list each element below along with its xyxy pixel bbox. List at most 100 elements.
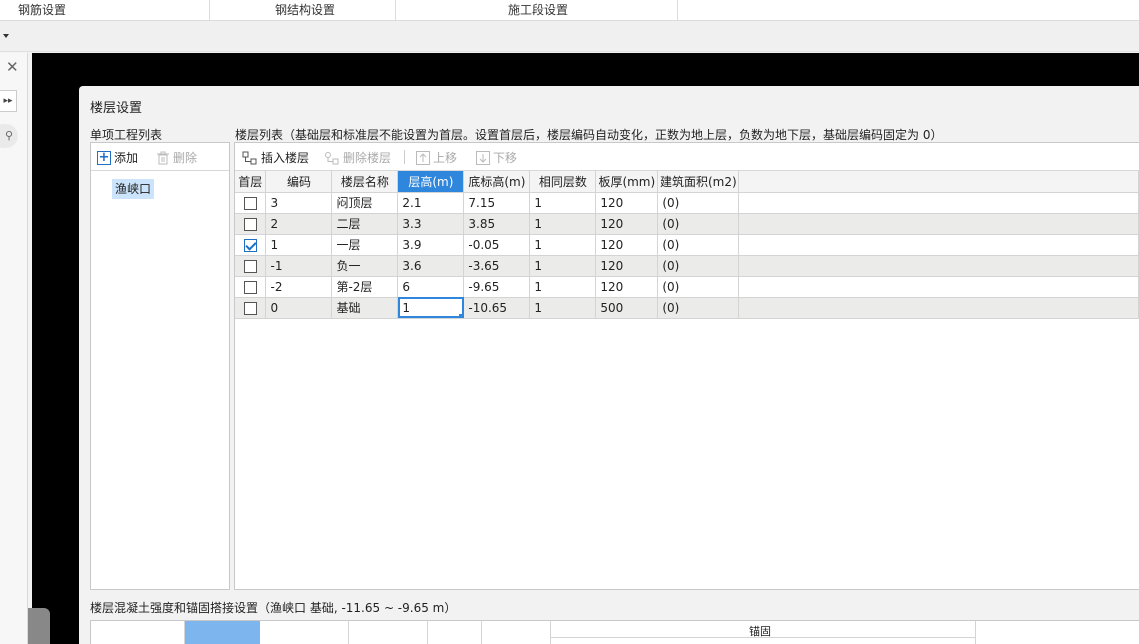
cell-area[interactable]: (0): [657, 234, 740, 256]
cell-thickness[interactable]: 120: [595, 276, 659, 298]
move-down-button[interactable]: 下移: [476, 149, 517, 166]
first-floor-checkbox-checked[interactable]: [243, 238, 257, 252]
cell-thickness[interactable]: 500: [595, 297, 659, 319]
col-header-area[interactable]: 建筑面积(m2): [657, 171, 740, 193]
col-header-height[interactable]: 层高(m): [397, 171, 465, 193]
col-header-thickness[interactable]: 板厚(mm): [595, 171, 659, 193]
move-up-button[interactable]: 上移: [416, 149, 457, 166]
tab-divider: [677, 0, 678, 20]
project-item-yuxiakou[interactable]: 渔峡口: [112, 179, 155, 199]
cell-thickness[interactable]: 120: [595, 234, 659, 256]
cell-name[interactable]: 基础: [331, 297, 399, 319]
col-header-first[interactable]: 首层: [235, 171, 267, 193]
cell-area[interactable]: (0): [657, 192, 740, 214]
grid-header-cell: [428, 621, 482, 644]
cell-thickness[interactable]: 120: [595, 255, 659, 277]
cell-name[interactable]: 二层: [331, 213, 399, 235]
cell-code[interactable]: 3: [265, 192, 333, 214]
add-project-button[interactable]: + 添加: [97, 149, 138, 166]
expand-more-icon[interactable]: ▸▸: [0, 90, 17, 112]
first-floor-checkbox[interactable]: [243, 280, 257, 294]
arrow-up-icon: [416, 150, 430, 165]
table-row[interactable]: 1 一层 3.9 -0.05 1 120 (0): [235, 234, 1139, 256]
cell-bottom[interactable]: -9.65: [463, 276, 531, 298]
cell-height[interactable]: 6: [397, 276, 465, 298]
first-floor-checkbox[interactable]: [243, 217, 257, 231]
cell-area[interactable]: (0): [657, 213, 740, 235]
first-floor-checkbox-cell[interactable]: [235, 213, 267, 235]
table-row[interactable]: -2 第-2层 6 -9.65 1 120 (0): [235, 276, 1139, 298]
floor-list-panel: 插入楼层 删除楼层 上移 下移 首层 编码 楼层名称 层高(m) 底标高(m) …: [234, 142, 1139, 590]
cell-same-count[interactable]: 1: [529, 234, 597, 256]
cell-filler: [738, 192, 1139, 214]
grid-header-cell: [260, 621, 349, 644]
table-header-row: 首层 编码 楼层名称 层高(m) 底标高(m) 相同层数 板厚(mm) 建筑面积…: [235, 171, 1139, 193]
col-header-bottom[interactable]: 底标高(m): [463, 171, 531, 193]
delete-project-label: 删除: [173, 151, 198, 165]
table-row[interactable]: 2 二层 3.3 3.85 1 120 (0): [235, 213, 1139, 235]
concrete-anchor-settings-label: 楼层混凝土强度和锚固搭接设置（渔峡口 基础, -11.65 ~ -9.65 m）: [90, 601, 457, 615]
first-floor-checkbox-cell[interactable]: [235, 234, 267, 256]
dropdown-triangle-icon[interactable]: [3, 34, 9, 38]
cell-same-count[interactable]: 1: [529, 192, 597, 214]
cell-height[interactable]: 3.6: [397, 255, 465, 277]
cell-bottom[interactable]: -0.05: [463, 234, 531, 256]
close-icon[interactable]: ✕: [6, 58, 19, 76]
cell-same-count[interactable]: 1: [529, 255, 597, 277]
floor-list-toolbar: 插入楼层 删除楼层 上移 下移: [235, 143, 1139, 171]
cell-code[interactable]: -1: [265, 255, 333, 277]
cell-thickness[interactable]: 120: [595, 213, 659, 235]
cell-code[interactable]: 2: [265, 213, 333, 235]
insert-floor-button[interactable]: 插入楼层: [242, 149, 309, 166]
col-header-same-count[interactable]: 相同层数: [529, 171, 597, 193]
cell-area[interactable]: (0): [657, 297, 740, 319]
first-floor-checkbox-cell[interactable]: [235, 255, 267, 277]
cell-filler: [738, 297, 1139, 319]
delete-floor-button[interactable]: 删除楼层: [324, 149, 391, 166]
tab-construction-segment-settings[interactable]: 施工段设置: [508, 0, 568, 20]
col-header-name[interactable]: 楼层名称: [331, 171, 399, 193]
concrete-anchor-grid: 锚固: [90, 620, 1139, 644]
first-floor-checkbox[interactable]: [243, 301, 257, 315]
first-floor-checkbox-cell[interactable]: [235, 192, 267, 214]
cell-same-count[interactable]: 1: [529, 276, 597, 298]
cell-name[interactable]: 负一: [331, 255, 399, 277]
first-floor-checkbox[interactable]: [243, 259, 257, 273]
cell-bottom[interactable]: -3.65: [463, 255, 531, 277]
cell-same-count[interactable]: 1: [529, 213, 597, 235]
cell-same-count[interactable]: 1: [529, 297, 597, 319]
cell-bottom[interactable]: 3.85: [463, 213, 531, 235]
toolbar-divider: [404, 150, 405, 164]
first-floor-checkbox-cell[interactable]: [235, 297, 267, 319]
table-row[interactable]: -1 负一 3.6 -3.65 1 120 (0): [235, 255, 1139, 277]
delete-project-button[interactable]: 删除: [156, 149, 197, 166]
tab-rebar-settings[interactable]: 钢筋设置: [18, 0, 66, 20]
cell-height-selected[interactable]: 1: [397, 297, 465, 319]
cell-code[interactable]: -2: [265, 276, 333, 298]
cell-code[interactable]: 0: [265, 297, 333, 319]
cell-area[interactable]: (0): [657, 255, 740, 277]
cell-bottom[interactable]: -10.65: [463, 297, 531, 319]
project-list-label: 单项工程列表: [90, 128, 163, 142]
grid-header-cell-highlighted[interactable]: [185, 621, 260, 644]
cell-height[interactable]: 2.1: [397, 192, 465, 214]
tab-steel-settings[interactable]: 钢结构设置: [275, 0, 335, 20]
table-row[interactable]: 0 基础 1 -10.65 1 500 (0): [235, 297, 1139, 319]
cell-bottom[interactable]: 7.15: [463, 192, 531, 214]
cell-name[interactable]: 第-2层: [331, 276, 399, 298]
cell-area[interactable]: (0): [657, 276, 740, 298]
cell-height[interactable]: 3.3: [397, 213, 465, 235]
grid-header-cell: [91, 621, 185, 644]
cell-code[interactable]: 1: [265, 234, 333, 256]
cell-filler: [738, 234, 1139, 256]
cell-name[interactable]: 闷顶层: [331, 192, 399, 214]
insert-floor-icon: [242, 151, 257, 164]
first-floor-checkbox[interactable]: [243, 196, 257, 210]
col-header-code[interactable]: 编码: [265, 171, 333, 193]
cell-thickness[interactable]: 120: [595, 192, 659, 214]
table-row[interactable]: 3 闷顶层 2.1 7.15 1 120 (0): [235, 192, 1139, 214]
first-floor-checkbox-cell[interactable]: [235, 276, 267, 298]
cell-name[interactable]: 一层: [331, 234, 399, 256]
project-list-toolbar: + 添加 删除: [91, 143, 229, 171]
cell-height[interactable]: 3.9: [397, 234, 465, 256]
